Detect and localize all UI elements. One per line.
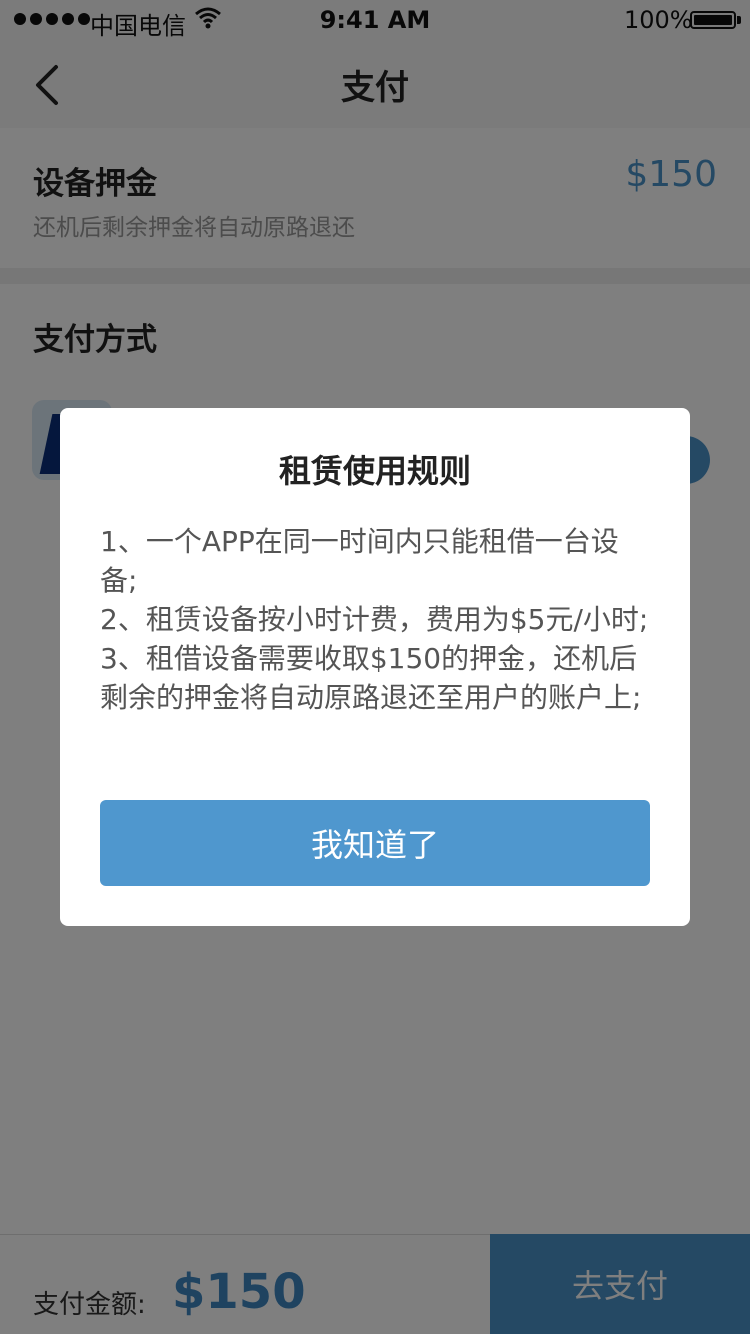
modal-title: 租赁使用规则 bbox=[278, 452, 471, 490]
modal-rules: 1、一个APP在同一时间内只能租借一台设备; 2、租赁设备按小时计费，费用为$5… bbox=[100, 522, 655, 717]
rule-item: 3、租借设备需要收取$150的押金，还机后剩余的押金将自动原路退还至用户的账户上… bbox=[100, 642, 642, 714]
confirm-button[interactable]: 我知道了 bbox=[100, 800, 650, 886]
rule-item: 1、一个APP在同一时间内只能租借一台设备; bbox=[100, 525, 619, 597]
rule-item: 2、租赁设备按小时计费，费用为$5元/小时; bbox=[100, 603, 649, 636]
